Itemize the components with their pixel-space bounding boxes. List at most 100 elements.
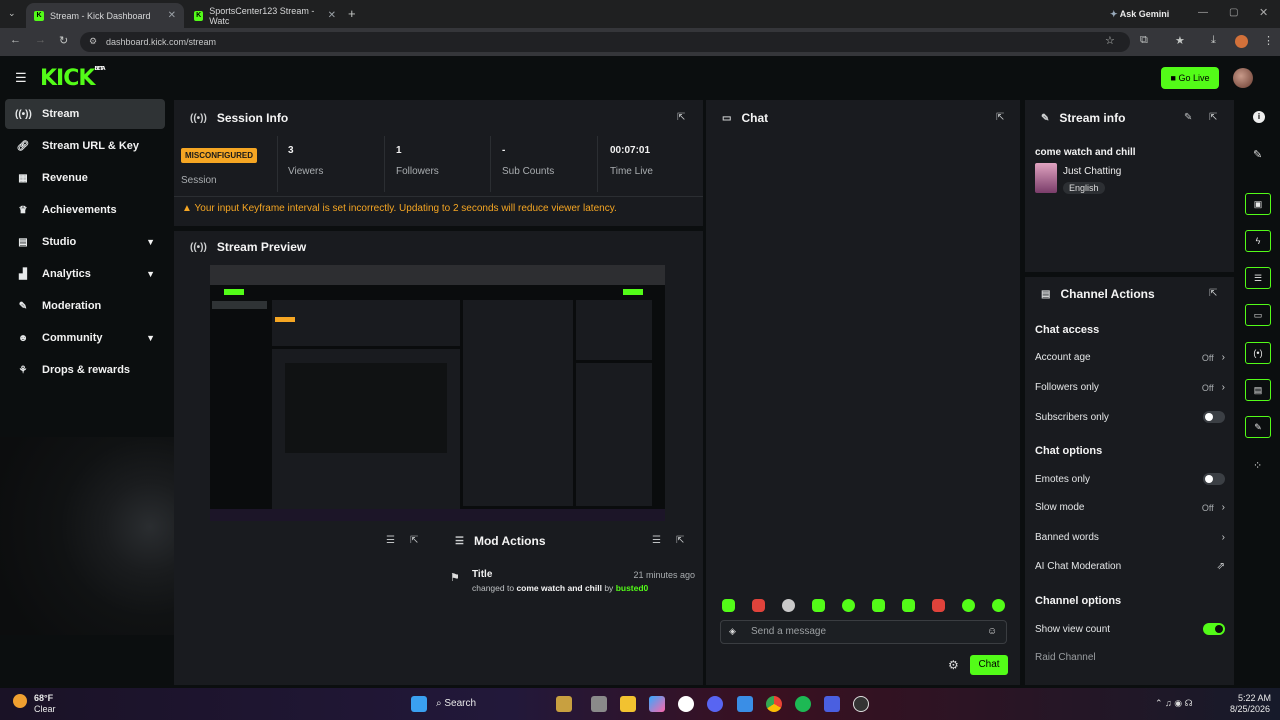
- bookmarks-icon[interactable]: ★: [1175, 34, 1185, 47]
- wrench-rail-icon[interactable]: ✎: [1245, 416, 1271, 438]
- emoji-icon[interactable]: ☺: [987, 626, 997, 637]
- system-tray-icons[interactable]: ⌃ ♫ ◉ ☊: [1155, 698, 1193, 709]
- category-name[interactable]: Just Chatting: [1063, 166, 1121, 177]
- session-info-rail-icon[interactable]: ▣: [1245, 193, 1271, 215]
- more-menu-icon[interactable]: ⋮: [1263, 34, 1274, 47]
- tab-kick-dashboard[interactable]: K Stream - Kick Dashboard ✕: [26, 3, 184, 28]
- emote-icon[interactable]: [872, 599, 885, 612]
- popout-icon[interactable]: ⇱: [996, 112, 1004, 123]
- sidebar-item-achievements[interactable]: ♛ Achievements: [5, 195, 165, 225]
- go-live-button[interactable]: ■ Go Live: [1161, 67, 1219, 89]
- minimize-icon[interactable]: —: [1198, 7, 1208, 18]
- show-view-count-toggle[interactable]: [1203, 623, 1225, 635]
- chat-rail-icon[interactable]: ▭: [1245, 304, 1271, 326]
- sidebar-item-moderation[interactable]: ✎ Moderation: [5, 291, 165, 321]
- tab-sportscenter-stream[interactable]: K SportsCenter123 Stream - Watc ✕: [186, 3, 344, 28]
- list-rail-icon[interactable]: ☰: [1245, 267, 1271, 289]
- new-tab-plus-icon[interactable]: +: [348, 6, 356, 21]
- edit-pencil-icon[interactable]: ✎: [1253, 148, 1262, 161]
- back-arrow-icon[interactable]: ←: [10, 34, 21, 46]
- chat-message-input[interactable]: Send a message: [720, 620, 1007, 644]
- emotes-only-toggle[interactable]: [1203, 473, 1225, 485]
- taskbar-search-box[interactable]: ⌕ Search: [436, 694, 536, 714]
- banned-words-row[interactable]: Banned words ›: [1035, 532, 1225, 543]
- emote-icon[interactable]: [782, 599, 795, 612]
- subscribers-only-toggle[interactable]: [1203, 411, 1225, 423]
- window-close-icon[interactable]: ✕: [1259, 6, 1268, 19]
- emote-icon[interactable]: [722, 599, 735, 612]
- windows-start-icon[interactable]: [411, 696, 427, 712]
- emote-icon[interactable]: [902, 599, 915, 612]
- bookmark-star-icon[interactable]: ☆: [1105, 34, 1115, 47]
- obs-icon[interactable]: [853, 696, 869, 712]
- info-icon[interactable]: i: [1253, 111, 1265, 123]
- ai-chat-moderation-row[interactable]: AI Chat Moderation ⇗: [1035, 561, 1225, 572]
- extensions-icon[interactable]: ⧉: [1140, 34, 1148, 47]
- avatar[interactable]: [1233, 68, 1253, 88]
- popout-icon[interactable]: ⇱: [410, 535, 418, 546]
- profile-avatar[interactable]: [1235, 35, 1248, 48]
- xbox-icon[interactable]: [678, 696, 694, 712]
- chat-settings-gear-icon[interactable]: ⚙: [948, 658, 959, 672]
- more-widgets-icon[interactable]: ⁘: [1253, 459, 1262, 472]
- sidebar-item-revenue[interactable]: ▦ Revenue: [5, 163, 165, 193]
- sidebar-item-community[interactable]: ☻ Community ▼: [5, 323, 165, 353]
- popout-icon[interactable]: ⇱: [676, 535, 684, 546]
- copilot-icon[interactable]: [649, 696, 665, 712]
- edit-pencil-icon[interactable]: ✎: [1184, 112, 1192, 123]
- emote-icon[interactable]: [962, 599, 975, 612]
- account-age-row[interactable]: Account age Off ›: [1035, 352, 1225, 363]
- sidebar-item-drops-rewards[interactable]: ⚘ Drops & rewards: [5, 355, 165, 385]
- weather-temp[interactable]: 68°F: [34, 693, 53, 703]
- clock-time[interactable]: 5:22 AM: [1238, 693, 1271, 703]
- slow-mode-row[interactable]: Slow mode Off ›: [1035, 502, 1225, 513]
- download-icon[interactable]: ⤓: [1211, 34, 1216, 47]
- app-icon[interactable]: [824, 696, 840, 712]
- popout-icon[interactable]: ⇱: [677, 112, 685, 123]
- raid-channel-row[interactable]: Raid Channel: [1035, 652, 1225, 663]
- sidebar-item-analytics[interactable]: ▟ Analytics ▼: [5, 259, 165, 289]
- task-view-icon[interactable]: [591, 696, 607, 712]
- emote-icon[interactable]: [842, 599, 855, 612]
- reload-icon[interactable]: ↻: [59, 34, 68, 47]
- hamburger-menu-icon[interactable]: ☰: [15, 70, 27, 86]
- stream-preview-video[interactable]: [210, 265, 665, 521]
- spotify-icon[interactable]: [795, 696, 811, 712]
- file-explorer-icon[interactable]: [620, 696, 636, 712]
- tab-search-button[interactable]: ⌄: [8, 8, 16, 19]
- channel-actions-rail-icon[interactable]: ▤: [1245, 379, 1271, 401]
- ask-gemini-button[interactable]: ✦ Ask Gemini: [1110, 9, 1169, 20]
- popout-icon[interactable]: ⇱: [1209, 288, 1217, 299]
- maximize-icon[interactable]: ▢: [1229, 7, 1238, 18]
- row-label: AI Chat Moderation: [1035, 561, 1122, 572]
- discord-icon[interactable]: [707, 696, 723, 712]
- site-info-icon[interactable]: ⚙: [89, 36, 97, 47]
- address-input[interactable]: dashboard.kick.com/stream: [80, 32, 1130, 52]
- kick-logo[interactable]: KICKBETA: [40, 66, 106, 91]
- filter-icon[interactable]: ☰: [652, 535, 661, 546]
- emote-icon[interactable]: [992, 599, 1005, 612]
- sidebar-item-studio[interactable]: ▤ Studio ▼: [5, 227, 165, 257]
- close-icon[interactable]: ✕: [328, 10, 336, 21]
- popout-icon[interactable]: ⇱: [1209, 112, 1217, 123]
- widget-icon[interactable]: [556, 696, 572, 712]
- emote-icon[interactable]: [752, 599, 765, 612]
- filter-icon[interactable]: ☰: [386, 535, 395, 546]
- mini-chat-panel: [463, 300, 573, 506]
- mod-action-detail: changed to come watch and chill by buste…: [472, 583, 649, 593]
- close-icon[interactable]: ✕: [168, 10, 176, 21]
- lightning-rail-icon[interactable]: ϟ: [1245, 230, 1271, 252]
- sidebar-item-stream[interactable]: ((•)) Stream: [5, 99, 165, 129]
- emote-icon[interactable]: [812, 599, 825, 612]
- chrome-icon[interactable]: [766, 696, 782, 712]
- broadcast-rail-icon[interactable]: (•): [1245, 342, 1271, 364]
- emote-icon[interactable]: [932, 599, 945, 612]
- followers-only-row[interactable]: Followers only Off ›: [1035, 382, 1225, 393]
- forward-arrow-icon[interactable]: →: [35, 34, 46, 46]
- username-link[interactable]: busted0: [616, 583, 649, 593]
- stat-label: Sub Counts: [502, 166, 555, 177]
- sidebar-item-stream-url-key[interactable]: 🔗︎ Stream URL & Key: [5, 131, 165, 161]
- shield-icon[interactable]: ◈: [729, 626, 736, 637]
- chat-send-button[interactable]: Chat: [970, 655, 1008, 675]
- store-icon[interactable]: [737, 696, 753, 712]
